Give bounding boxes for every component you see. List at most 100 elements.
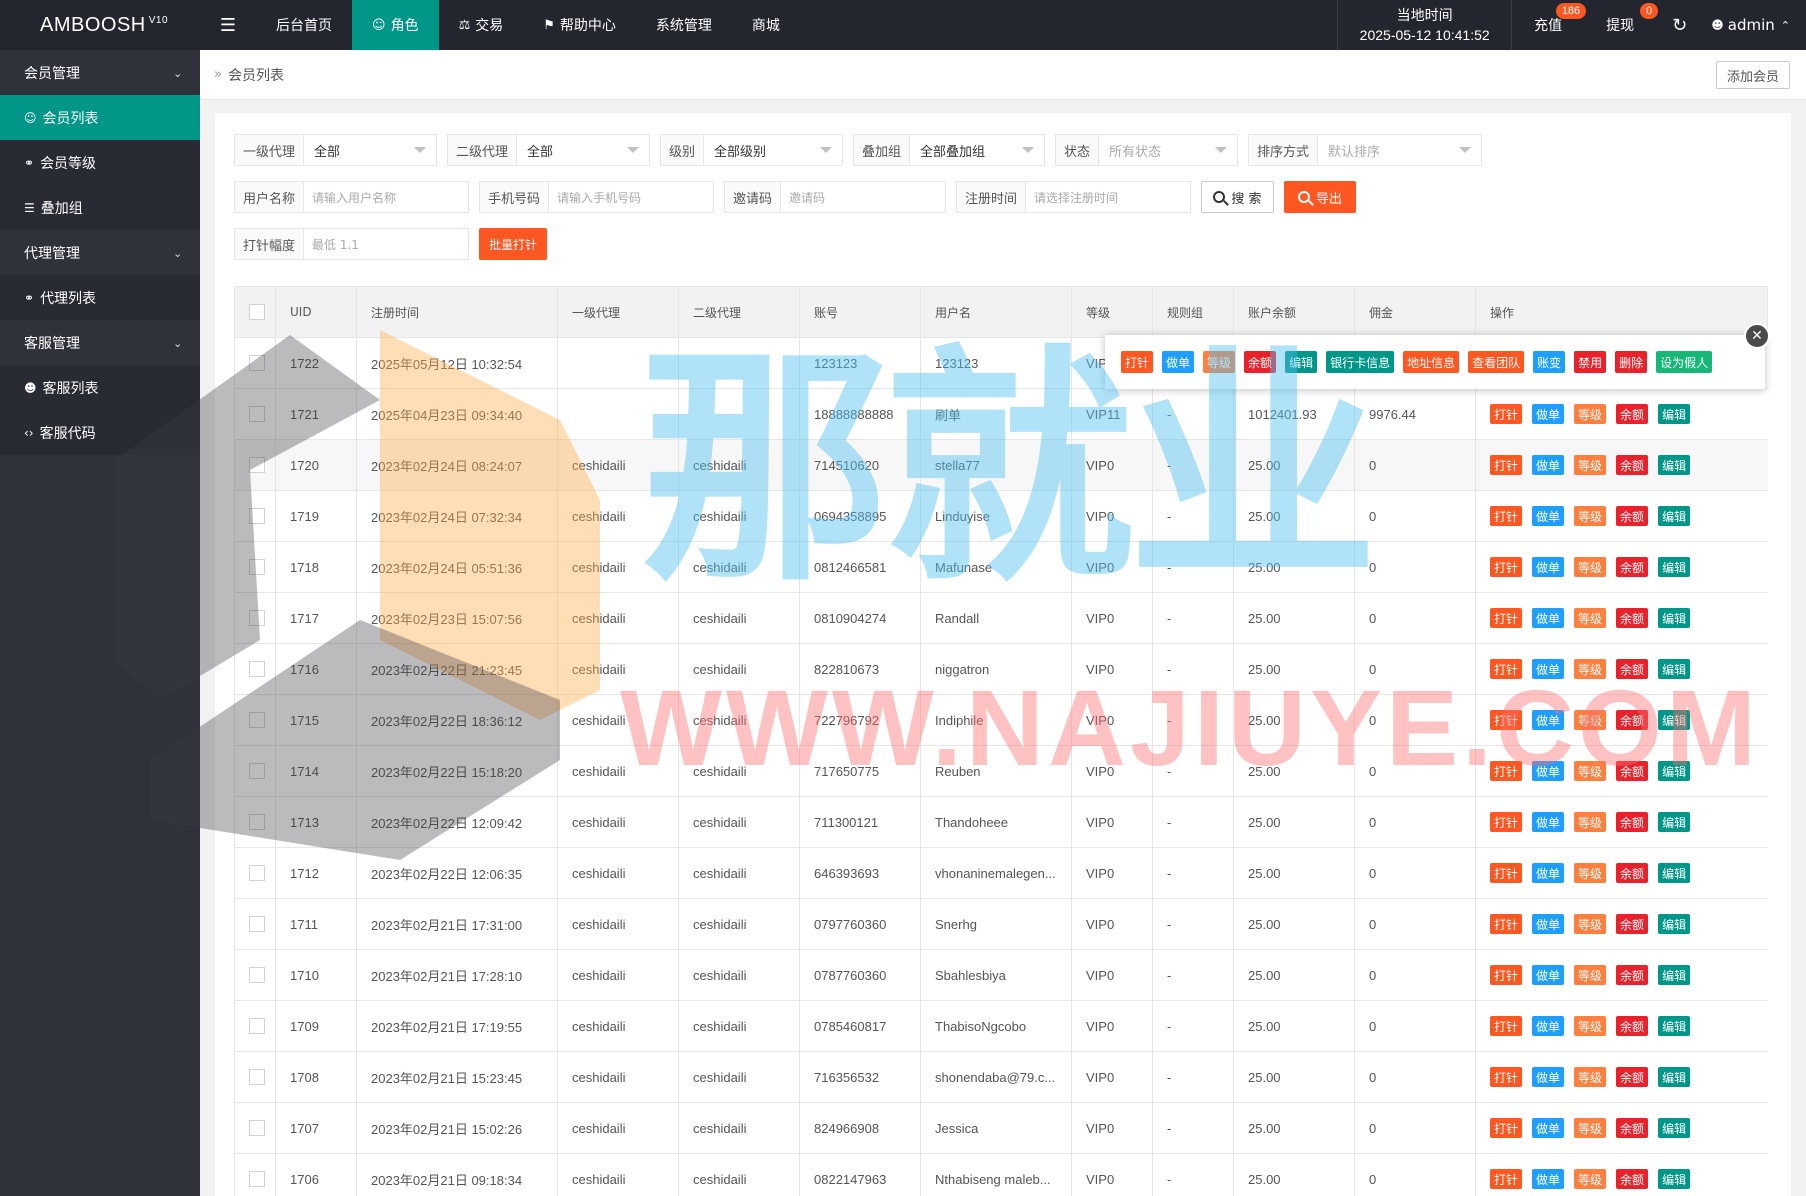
sort-filter[interactable]: 排序方式 默认排序 xyxy=(1248,134,1482,166)
nav-item-0[interactable]: 后台首页 xyxy=(256,0,352,50)
add-member-button[interactable]: 添加会员 xyxy=(1715,61,1790,89)
row-action-button[interactable]: 编辑 xyxy=(1658,761,1691,781)
row-action-button[interactable]: 余额 xyxy=(1616,812,1649,832)
row-checkbox[interactable] xyxy=(249,916,265,933)
row-checkbox[interactable] xyxy=(249,457,265,474)
row-checkbox[interactable] xyxy=(249,967,265,984)
row-checkbox[interactable] xyxy=(249,763,265,780)
search-button[interactable]: 搜 索 xyxy=(1201,181,1274,213)
row-action-button[interactable]: 打针 xyxy=(1490,659,1523,679)
popup-action-button[interactable]: 编辑 xyxy=(1285,351,1318,373)
row-action-button[interactable]: 余额 xyxy=(1616,1067,1649,1087)
invite-filter[interactable]: 邀请码 邀请码 xyxy=(724,181,946,213)
row-checkbox[interactable] xyxy=(249,661,265,678)
row-checkbox[interactable] xyxy=(249,406,265,423)
row-action-button[interactable]: 做单 xyxy=(1532,506,1565,526)
row-action-button[interactable]: 余额 xyxy=(1616,863,1649,883)
shot-filter[interactable]: 打针幅度 最低 1.1 xyxy=(234,228,469,260)
level-filter[interactable]: 级别 全部级别 xyxy=(660,134,843,166)
row-action-button[interactable]: 打针 xyxy=(1490,557,1523,577)
row-action-button[interactable]: 做单 xyxy=(1532,965,1565,985)
row-action-button[interactable]: 等级 xyxy=(1574,863,1607,883)
row-action-button[interactable]: 等级 xyxy=(1574,557,1607,577)
shot-input[interactable]: 最低 1.1 xyxy=(304,229,367,259)
row-action-button[interactable]: 做单 xyxy=(1532,1016,1565,1036)
row-action-button[interactable]: 余额 xyxy=(1616,1016,1649,1036)
row-action-button[interactable]: 编辑 xyxy=(1658,1016,1691,1036)
stack-select[interactable]: 全部叠加组 xyxy=(910,135,1044,165)
nav-item-4[interactable]: 系统管理 xyxy=(636,0,732,50)
sidebar-item-1[interactable]: ☺ 会员列表 xyxy=(0,95,200,140)
row-action-button[interactable]: 等级 xyxy=(1574,1067,1607,1087)
row-action-button[interactable]: 编辑 xyxy=(1658,608,1691,628)
row-action-button[interactable]: 打针 xyxy=(1490,1067,1523,1087)
row-checkbox[interactable] xyxy=(249,865,265,882)
row-action-button[interactable]: 做单 xyxy=(1532,455,1565,475)
row-action-button[interactable]: 等级 xyxy=(1574,659,1607,679)
row-action-button[interactable]: 编辑 xyxy=(1658,914,1691,934)
phone-filter[interactable]: 手机号码 请输入手机号码 xyxy=(479,181,714,213)
row-action-button[interactable]: 编辑 xyxy=(1658,506,1691,526)
row-action-button[interactable]: 做单 xyxy=(1532,812,1565,832)
regtime-filter[interactable]: 注册时间 请选择注册时间 xyxy=(956,181,1191,213)
row-action-button[interactable]: 做单 xyxy=(1532,1169,1565,1189)
row-checkbox[interactable] xyxy=(249,610,265,627)
row-action-button[interactable]: 编辑 xyxy=(1658,455,1691,475)
row-action-button[interactable]: 打针 xyxy=(1490,761,1523,781)
popup-action-button[interactable]: 等级 xyxy=(1203,351,1236,373)
status-select[interactable]: 所有状态 xyxy=(1099,135,1237,165)
sidebar-item-7[interactable]: ☻ 客服列表 xyxy=(0,365,200,410)
row-action-button[interactable]: 编辑 xyxy=(1658,1067,1691,1087)
sort-select[interactable]: 默认排序 xyxy=(1318,135,1481,165)
batch-shot-button[interactable]: 批量打针 xyxy=(479,228,547,260)
row-action-button[interactable]: 做单 xyxy=(1532,404,1565,424)
row-action-button[interactable]: 等级 xyxy=(1574,965,1607,985)
nav-item-1[interactable]: ☺ 角色 xyxy=(352,0,439,50)
row-action-button[interactable]: 等级 xyxy=(1574,404,1607,424)
popup-action-button[interactable]: 设为假人 xyxy=(1656,351,1713,373)
row-checkbox[interactable] xyxy=(249,1069,265,1086)
row-action-button[interactable]: 做单 xyxy=(1532,914,1565,934)
row-action-button[interactable]: 等级 xyxy=(1574,761,1607,781)
row-action-button[interactable]: 编辑 xyxy=(1658,863,1691,883)
row-action-button[interactable]: 编辑 xyxy=(1658,965,1691,985)
popup-action-button[interactable]: 删除 xyxy=(1615,351,1648,373)
popup-action-button[interactable]: 做单 xyxy=(1162,351,1195,373)
row-action-button[interactable]: 打针 xyxy=(1490,1169,1523,1189)
sidebar-group-0[interactable]: 会员管理 ⌃ xyxy=(0,50,200,95)
header-uid[interactable]: UID xyxy=(275,286,357,338)
row-action-button[interactable]: 打针 xyxy=(1490,965,1523,985)
agent1-filter[interactable]: 一级代理 全部 xyxy=(234,134,437,166)
row-action-button[interactable]: 编辑 xyxy=(1658,659,1691,679)
row-action-button[interactable]: 余额 xyxy=(1616,965,1649,985)
sidebar-item-8[interactable]: ‹› 客服代码 xyxy=(0,410,200,455)
username-input[interactable]: 请输入用户名称 xyxy=(304,182,404,212)
row-action-button[interactable]: 余额 xyxy=(1616,710,1649,730)
row-checkbox[interactable] xyxy=(249,814,265,831)
stack-filter[interactable]: 叠加组 全部叠加组 xyxy=(853,134,1045,166)
app-logo[interactable]: AMBOOSH V10 xyxy=(0,0,200,50)
withdraw-button[interactable]: 提现 0 xyxy=(1584,0,1659,50)
row-action-button[interactable]: 做单 xyxy=(1532,710,1565,730)
row-action-button[interactable]: 做单 xyxy=(1532,608,1565,628)
popup-action-button[interactable]: 银行卡信息 xyxy=(1326,351,1395,373)
row-action-button[interactable]: 余额 xyxy=(1616,914,1649,934)
nav-item-2[interactable]: ⚖ 交易 xyxy=(439,0,524,50)
select-all-checkbox[interactable] xyxy=(249,304,265,320)
row-action-button[interactable]: 余额 xyxy=(1616,404,1649,424)
row-action-button[interactable]: 余额 xyxy=(1616,455,1649,475)
row-action-button[interactable]: 等级 xyxy=(1574,914,1607,934)
refresh-icon[interactable]: ↻ xyxy=(1656,0,1703,50)
agent2-select[interactable]: 全部 xyxy=(517,135,649,165)
row-action-button[interactable]: 打针 xyxy=(1490,1118,1523,1138)
row-action-button[interactable]: 编辑 xyxy=(1658,1118,1691,1138)
agent2-filter[interactable]: 二级代理 全部 xyxy=(447,134,650,166)
row-action-button[interactable]: 做单 xyxy=(1532,659,1565,679)
row-checkbox[interactable] xyxy=(249,1018,265,1035)
row-action-button[interactable]: 等级 xyxy=(1574,1169,1607,1189)
row-checkbox[interactable] xyxy=(249,559,265,576)
row-action-button[interactable]: 编辑 xyxy=(1658,812,1691,832)
sidebar-item-3[interactable]: ☰ 叠加组 xyxy=(0,185,200,230)
level-select[interactable]: 全部级别 xyxy=(704,135,842,165)
nav-item-3[interactable]: ⚑ 帮助中心 xyxy=(523,0,636,50)
